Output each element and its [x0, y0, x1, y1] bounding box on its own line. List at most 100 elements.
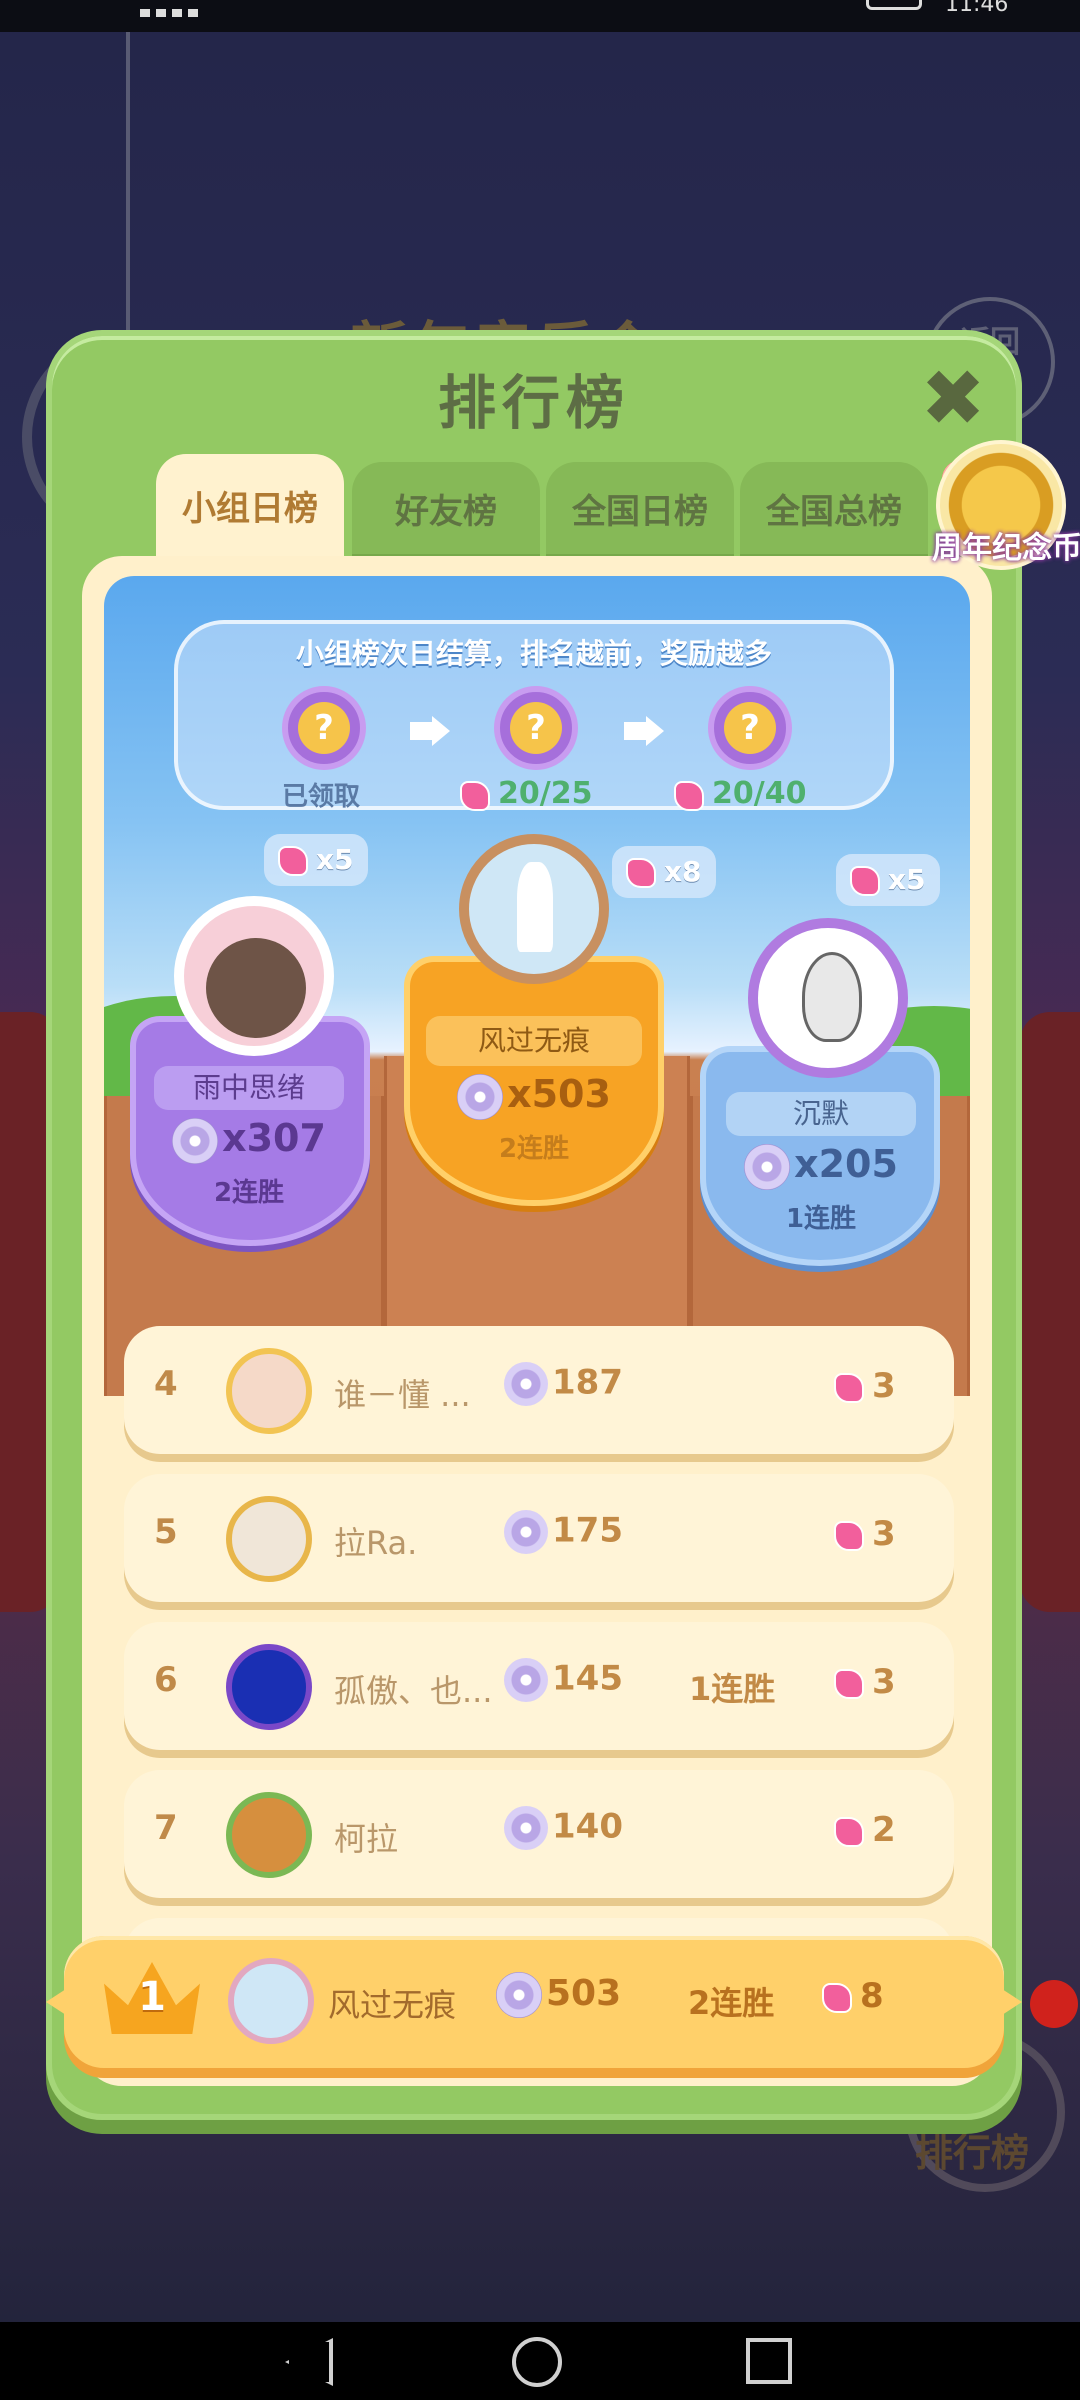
reward-chest-2[interactable]: ? [494, 686, 578, 770]
disc-icon [496, 1972, 542, 2018]
petal-icon [834, 1816, 864, 1847]
question-icon: ? [298, 702, 350, 754]
panel-title: 排行榜 [437, 369, 630, 437]
row-name: 孤傲、也... [334, 1672, 493, 1710]
leaderboard-panel: 排行榜 ✖ 小组日榜 好友榜 全国日榜 全国总榜 小组榜次日结算，排名越前，奖励… [46, 330, 1022, 2120]
petal-count: x5 [888, 863, 926, 896]
rank2-score-value: x307 [222, 1116, 326, 1160]
row-score-value: 140 [552, 1806, 623, 1847]
petal-count: x5 [316, 843, 354, 876]
nav-home-icon[interactable] [512, 2337, 562, 2387]
my-petals: 8 [822, 1976, 884, 2016]
row-score: 175 [504, 1510, 623, 1554]
status-bar: 11:46 [0, 0, 1080, 32]
row-rank: 7 [154, 1808, 178, 1848]
row-petals: 3 [834, 1662, 896, 1702]
row-petals: 2 [834, 1810, 896, 1850]
list-item[interactable]: 4 谁－懂 ... 187 3 [124, 1326, 954, 1454]
list-item[interactable]: 6 孤傲、也... 145 1连胜 3 [124, 1622, 954, 1750]
row-petals-value: 2 [872, 1810, 896, 1850]
reward-chest-3[interactable]: ? [708, 686, 792, 770]
rank1-streak: 2连胜 [498, 1134, 570, 1164]
row-score: 140 [504, 1806, 623, 1850]
row-name: 拉Ra. [334, 1524, 418, 1562]
petal-icon [822, 1982, 852, 2013]
anniversary-coin-label: 周年纪念币 [932, 531, 1080, 566]
disc-icon [504, 1806, 548, 1850]
my-rank-bar[interactable]: 1 风过无痕 503 2连胜 8 [64, 1936, 1004, 2068]
status-time: 11:46 [945, 0, 1009, 17]
my-petals-value: 8 [860, 1976, 884, 2016]
system-nav-bar [0, 2322, 1080, 2400]
reward-2-progress: 20/25 [460, 776, 592, 811]
row-rank: 4 [154, 1364, 178, 1404]
reward-chest-1[interactable]: ? [282, 686, 366, 770]
row-petals-value: 3 [872, 1662, 896, 1702]
petal-icon [850, 866, 880, 896]
row-avatar [226, 1792, 312, 1878]
petal-icon [278, 846, 308, 876]
petal-icon [626, 858, 656, 888]
reward-banner: 小组榜次日结算，排名越前，奖励越多 ? ? ? 已领取 20/25 20/40 [174, 620, 894, 812]
arrow-right-icon [624, 716, 664, 746]
row-avatar [226, 1644, 312, 1730]
notification-dot [1030, 1980, 1078, 2028]
row-petals: 3 [834, 1514, 896, 1554]
tab-national-total[interactable]: 全国总榜 [740, 462, 928, 558]
tab-group-daily[interactable]: 小组日榜 [156, 454, 344, 558]
rank2-score: x307 [144, 1116, 354, 1164]
disc-icon [457, 1073, 504, 1120]
reward-2-progress-value: 20/25 [498, 776, 593, 811]
petal-bubble-rank3: x5 [836, 854, 940, 906]
disc-icon [504, 1362, 548, 1406]
rank1-score-value: x503 [507, 1072, 611, 1116]
petal-icon [834, 1520, 864, 1551]
row-petals-value: 3 [872, 1366, 896, 1406]
row-avatar [226, 1348, 312, 1434]
reward-1-label: 已领取 [282, 782, 361, 812]
row-score: 145 [504, 1658, 623, 1702]
hanging-rope [126, 32, 130, 342]
my-rank-number: 1 [138, 1974, 166, 2020]
rank1-score: x503 [424, 1072, 644, 1120]
rank3-streak: 1连胜 [785, 1204, 857, 1234]
reward-3-progress: 20/40 [674, 776, 806, 811]
rank3-name: 沉默 [726, 1092, 916, 1136]
list-item[interactable]: 5 拉Ra. 175 3 [124, 1474, 954, 1602]
tab-friends[interactable]: 好友榜 [352, 462, 540, 558]
disc-icon [744, 1143, 791, 1190]
background-badge-label: 排行榜 [915, 2131, 1030, 2175]
row-score-value: 175 [552, 1510, 623, 1551]
petal-icon [834, 1372, 864, 1403]
nav-recents-icon[interactable] [746, 2338, 792, 2384]
row-rank: 5 [154, 1512, 178, 1552]
petal-icon [834, 1668, 864, 1699]
rank1-avatar[interactable] [459, 834, 609, 984]
rank3-score-value: x205 [794, 1142, 898, 1186]
reward-banner-title: 小组榜次日结算，排名越前，奖励越多 [295, 637, 772, 670]
my-streak: 2连胜 [688, 1984, 775, 2022]
rank2-name: 雨中思绪 [154, 1066, 344, 1110]
rank2-avatar[interactable] [174, 896, 334, 1056]
row-score: 187 [504, 1362, 623, 1406]
row-name: 谁－懂 ... [334, 1376, 471, 1414]
tab-national-daily[interactable]: 全国日榜 [546, 462, 734, 558]
question-icon: ? [724, 702, 776, 754]
rank3-avatar[interactable] [748, 918, 908, 1078]
row-score-value: 145 [552, 1658, 623, 1699]
arrow-right-icon [410, 716, 450, 746]
nav-back-icon[interactable] [285, 2338, 333, 2386]
close-button[interactable]: ✖ [918, 360, 988, 438]
list-item[interactable]: 7 柯拉 140 2 [124, 1770, 954, 1898]
podium-stage: 小组榜次日结算，排名越前，奖励越多 ? ? ? 已领取 20/25 20/40 … [104, 576, 970, 1396]
petal-icon [460, 780, 490, 811]
tab-bar: 小组日榜 好友榜 全国日榜 全国总榜 [156, 454, 976, 558]
leaderboard-content: 小组榜次日结算，排名越前，奖励越多 ? ? ? 已领取 20/25 20/40 … [82, 556, 992, 2086]
rank2-streak: 2连胜 [213, 1178, 285, 1208]
right-decoration [1020, 1012, 1080, 1612]
petal-count: x8 [664, 855, 702, 888]
row-petals-value: 3 [872, 1514, 896, 1554]
battery-icon [866, 0, 922, 10]
disc-icon [504, 1658, 548, 1702]
petal-bubble-rank2: x5 [264, 834, 368, 886]
